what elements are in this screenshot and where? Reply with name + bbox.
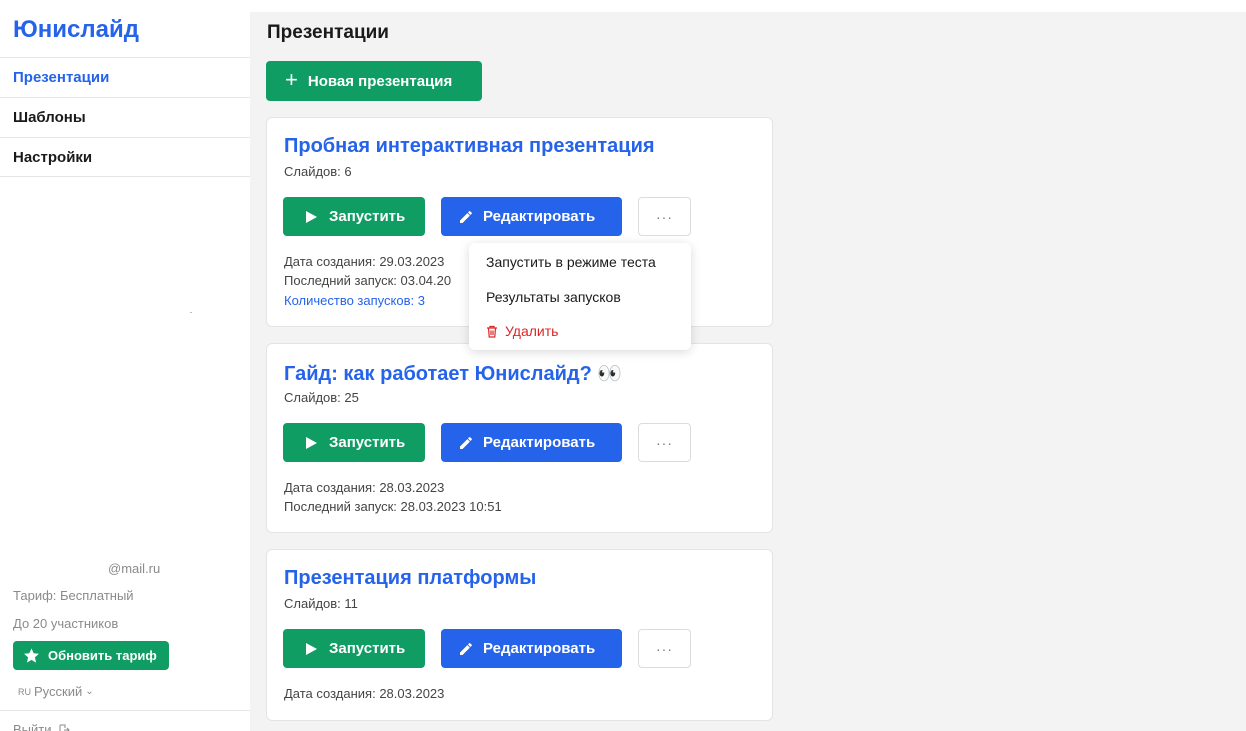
presentation-card: Гайд: как работает Юнислайд? 👀 Слайдов: … (266, 343, 773, 533)
slide-count: Слайдов: 6 (284, 164, 352, 179)
presentation-title[interactable]: Гайд: как работает Юнислайд? 👀 (284, 361, 622, 386)
chevron-down-icon: ⌄ (85, 686, 94, 697)
plus-icon: + (285, 67, 298, 92)
pencil-icon (460, 210, 472, 223)
edit-button[interactable]: Редактировать (441, 197, 622, 236)
presentation-title[interactable]: Пробная интерактивная презентация (284, 135, 655, 158)
logout-button[interactable]: Выйти (13, 722, 70, 731)
app-logo[interactable]: Юнислайд (13, 16, 139, 44)
pencil-icon (460, 436, 472, 449)
presentation-title-text: Гайд: как работает Юнислайд? (284, 363, 592, 385)
run-label: Запустить (329, 208, 406, 225)
participant-limit: До 20 участников (13, 616, 119, 631)
slide-count: Слайдов: 25 (284, 390, 359, 405)
star-icon (24, 648, 39, 663)
logout-icon (59, 724, 70, 731)
more-options-button[interactable]: ··· (638, 423, 691, 462)
pencil-icon (460, 642, 472, 655)
divider-dot (190, 312, 192, 313)
run-label: Запустить (329, 434, 406, 451)
upgrade-plan-label: Обновить тариф (48, 648, 157, 663)
last-run-date: Последний запуск: 28.03.2023 10:51 (284, 499, 502, 514)
edit-label: Редактировать (483, 208, 596, 225)
play-icon (306, 436, 317, 449)
play-icon (306, 642, 317, 655)
run-button[interactable]: Запустить (283, 197, 425, 236)
language-code: RU (18, 686, 31, 697)
main-content: Презентации + Новая презентация Пробная … (250, 12, 1246, 731)
sidebar-item-settings[interactable]: Настройки (0, 137, 250, 177)
created-date: Дата создания: 29.03.2023 (284, 254, 445, 269)
menu-item-run-test-mode[interactable]: Запустить в режиме теста (486, 254, 656, 270)
more-options-button[interactable]: ··· (638, 629, 691, 668)
menu-item-run-results[interactable]: Результаты запусков (486, 289, 621, 305)
created-date: Дата создания: 28.03.2023 (284, 480, 445, 495)
language-selector[interactable]: RU Русский ⌄ (18, 684, 94, 699)
more-options-button[interactable]: ··· (638, 197, 691, 236)
edit-label: Редактировать (483, 434, 596, 451)
menu-item-delete[interactable]: Удалить (486, 323, 558, 339)
sidebar-item-presentations[interactable]: Презентации (0, 57, 250, 97)
language-label: Русский (34, 684, 83, 699)
trash-icon (487, 325, 497, 338)
created-date: Дата создания: 28.03.2023 (284, 686, 445, 701)
divider (0, 710, 250, 711)
presentation-title[interactable]: Презентация платформы (284, 567, 536, 590)
last-run-date: Последний запуск: 03.04.20 (284, 273, 452, 288)
plan-label: Тариф: Бесплатный (13, 588, 134, 603)
sidebar: Юнислайд Презентации Шаблоны Настройки @… (0, 0, 250, 731)
run-button[interactable]: Запустить (283, 423, 425, 462)
slide-count: Слайдов: 11 (284, 596, 358, 611)
sidebar-item-templates[interactable]: Шаблоны (0, 97, 250, 137)
run-button[interactable]: Запустить (283, 629, 425, 668)
run-count-link[interactable]: Количество запусков: 3 (284, 293, 425, 308)
new-presentation-label: Новая презентация (307, 72, 453, 90)
presentation-card: Презентация платформы Слайдов: 11 Запуст… (266, 549, 773, 721)
more-options-menu: Запустить в режиме теста Результаты запу… (469, 243, 691, 350)
run-label: Запустить (329, 640, 406, 657)
sidebar-nav: Презентации Шаблоны Настройки (0, 57, 250, 177)
upgrade-plan-button[interactable]: Обновить тариф (13, 641, 169, 670)
logout-label: Выйти (13, 722, 52, 731)
edit-button[interactable]: Редактировать (441, 629, 622, 668)
edit-label: Редактировать (483, 640, 596, 657)
edit-button[interactable]: Редактировать (441, 423, 622, 462)
eyes-emoji: 👀 (597, 363, 623, 385)
play-icon (306, 210, 317, 223)
delete-label: Удалить (505, 323, 559, 339)
page-title: Презентации (267, 22, 389, 43)
new-presentation-button[interactable]: + Новая презентация (266, 61, 482, 101)
user-email: @mail.ru (108, 561, 161, 576)
